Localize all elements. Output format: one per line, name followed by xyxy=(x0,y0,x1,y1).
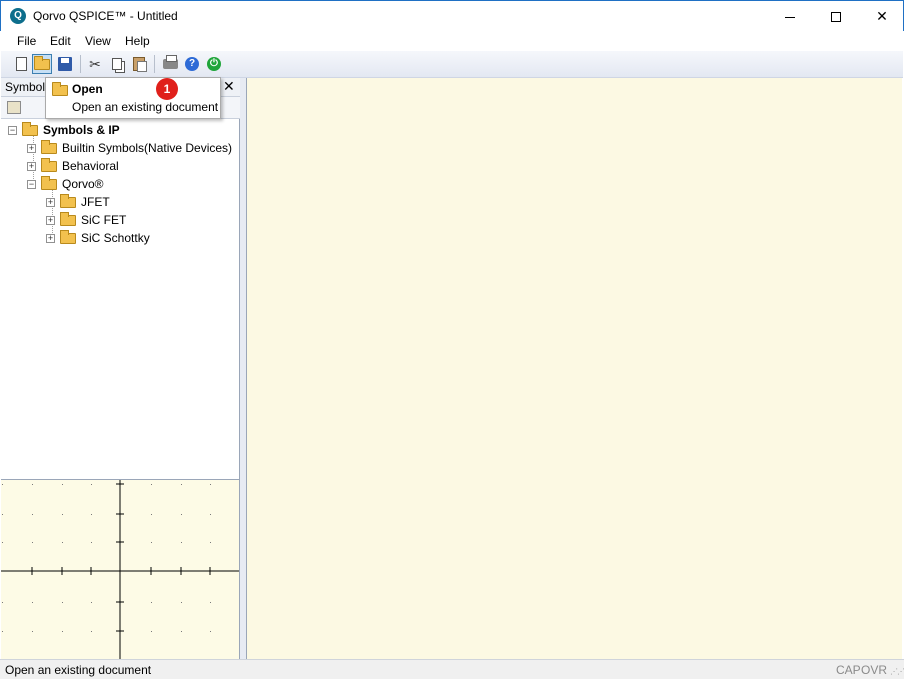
scissors-icon: ✂ xyxy=(89,56,101,72)
collapse-icon[interactable]: − xyxy=(27,179,36,189)
status-message: Open an existing document xyxy=(5,663,152,677)
tree-item-jfet[interactable]: + JFET xyxy=(46,193,110,211)
open-folder-icon xyxy=(34,55,50,70)
tooltip-description: Open an existing document xyxy=(72,100,219,114)
print-button[interactable] xyxy=(160,54,180,74)
expand-icon[interactable]: + xyxy=(46,233,55,243)
close-icon: ✕ xyxy=(876,8,888,24)
title-bar: Q Qorvo QSPICE™ - Untitled ✕ xyxy=(0,0,904,31)
tree-item-label: Behavioral xyxy=(62,159,119,173)
preview-grid xyxy=(1,480,239,659)
resize-grip-icon[interactable]: ⋰⋰ xyxy=(890,667,904,676)
symbol-panel: Symbol ✕ − Symbols & IP + Builtin Symbol… xyxy=(1,78,240,659)
tree-item-sic-fet[interactable]: + SiC FET xyxy=(46,211,126,229)
expand-icon[interactable]: + xyxy=(46,215,55,225)
help-button[interactable]: ? xyxy=(182,54,202,74)
close-button[interactable]: ✕ xyxy=(859,1,904,31)
toolbar-separator xyxy=(80,55,81,73)
panel-title: Symbol xyxy=(5,80,46,94)
maximize-icon xyxy=(831,12,841,23)
toolbar: ✂ ? ⏻ xyxy=(1,51,903,78)
panel-close-icon[interactable]: ✕ xyxy=(223,78,235,95)
status-bar: Open an existing document CAP OVR ⋰⋰ xyxy=(0,659,904,679)
folder-open-icon xyxy=(41,175,57,190)
cut-button[interactable]: ✂ xyxy=(85,54,105,74)
tree-item-label: SiC FET xyxy=(81,213,127,227)
open-tooltip: Open Open an existing document xyxy=(45,77,221,119)
axis-ticks xyxy=(31,483,211,632)
folder-icon xyxy=(60,211,76,226)
step-badge: 1 xyxy=(156,78,178,100)
printer-icon xyxy=(162,55,178,69)
menu-help[interactable]: Help xyxy=(125,34,150,48)
grid-dots xyxy=(2,484,211,632)
open-button[interactable] xyxy=(32,54,52,74)
preview-axes xyxy=(1,480,239,659)
menu-edit[interactable]: Edit xyxy=(50,34,71,48)
tree-item-builtin[interactable]: + Builtin Symbols(Native Devices) xyxy=(27,139,232,157)
symbol-preview xyxy=(1,479,239,659)
copy-button[interactable] xyxy=(107,54,127,74)
overwrite-indicator: OVR xyxy=(861,663,888,677)
minimize-button[interactable] xyxy=(767,1,813,31)
maximize-button[interactable] xyxy=(813,1,859,31)
minimize-icon xyxy=(785,16,795,18)
help-icon: ? xyxy=(185,57,199,71)
tree-item-label: Qorvo® xyxy=(62,177,104,191)
tree-item-label: SiC Schottky xyxy=(81,231,150,245)
new-button[interactable] xyxy=(11,54,31,74)
caps-lock-indicator: CAP xyxy=(836,663,861,677)
paste-button[interactable] xyxy=(129,54,149,74)
tree-root-label: Symbols & IP xyxy=(43,123,120,137)
schematic-canvas[interactable] xyxy=(246,78,902,659)
tree-item-qorvo[interactable]: − Qorvo® xyxy=(27,175,104,193)
expand-icon[interactable]: + xyxy=(46,197,55,207)
power-button[interactable]: ⏻ xyxy=(204,54,224,74)
folder-icon xyxy=(60,193,76,208)
tree-item-sic-schottky[interactable]: + SiC Schottky xyxy=(46,229,150,247)
expand-icon[interactable]: + xyxy=(27,143,36,153)
tree-item-behavioral[interactable]: + Behavioral xyxy=(27,157,119,175)
save-icon xyxy=(58,57,72,71)
tree-root[interactable]: − Symbols & IP xyxy=(8,121,120,139)
toolbar-separator xyxy=(154,55,155,73)
copy-icon xyxy=(112,58,122,70)
paste-icon xyxy=(133,57,147,72)
folder-icon xyxy=(22,121,38,136)
symbol-library-icon[interactable] xyxy=(7,101,21,114)
tree-item-label: JFET xyxy=(81,195,110,209)
folder-icon xyxy=(41,139,57,154)
power-icon: ⏻ xyxy=(207,57,221,71)
new-icon xyxy=(15,57,27,71)
save-button[interactable] xyxy=(55,54,75,74)
menu-view[interactable]: View xyxy=(85,34,111,48)
folder-icon xyxy=(41,157,57,172)
symbol-tree: − Symbols & IP + Builtin Symbols(Native … xyxy=(1,119,239,479)
qspice-app-icon[interactable]: Q xyxy=(10,8,26,24)
menu-bar: File Edit View Help xyxy=(1,31,903,51)
collapse-icon[interactable]: − xyxy=(8,125,17,135)
expand-icon[interactable]: + xyxy=(27,161,36,171)
open-folder-icon xyxy=(52,82,68,96)
menu-file[interactable]: File xyxy=(17,34,36,48)
folder-icon xyxy=(60,229,76,244)
tree-item-label: Builtin Symbols(Native Devices) xyxy=(62,141,233,155)
tooltip-title: Open xyxy=(72,82,103,96)
window-title: Qorvo QSPICE™ - Untitled xyxy=(33,9,178,23)
